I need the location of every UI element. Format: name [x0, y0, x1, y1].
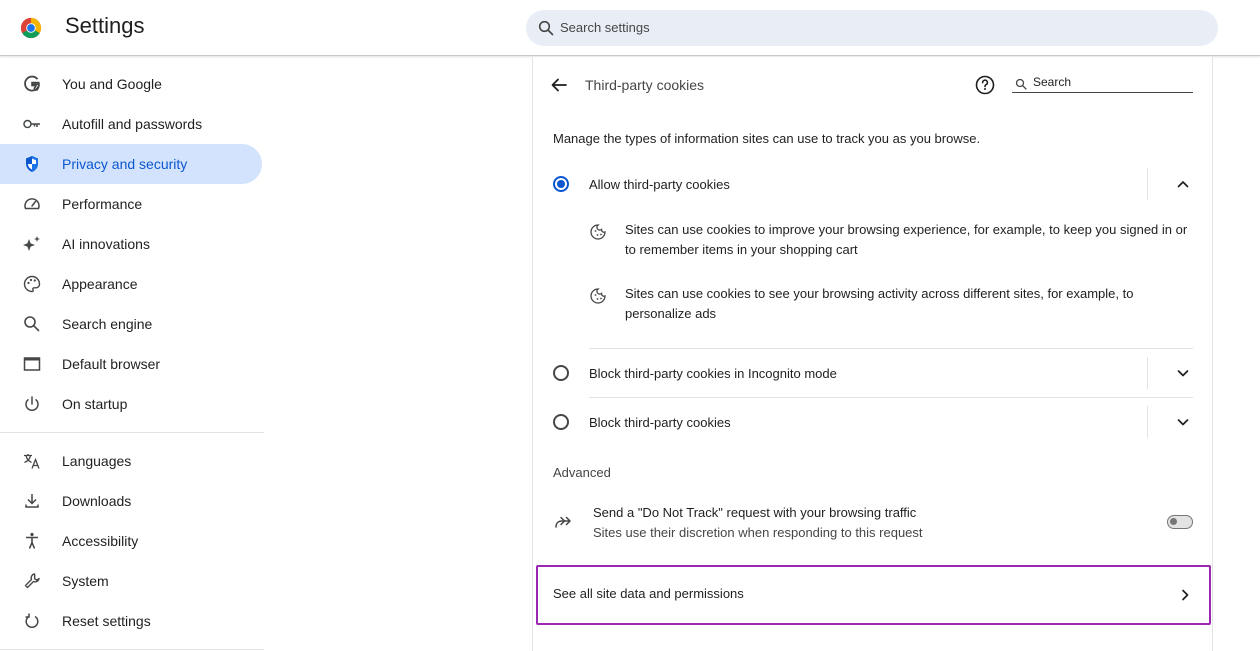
expand-separator — [1147, 168, 1148, 200]
download-icon — [25, 494, 39, 508]
sidebar-item-label: Reset settings — [62, 613, 151, 629]
sidebar-item-languages[interactable]: Languages — [0, 441, 262, 481]
palette-icon — [23, 275, 41, 293]
google-g-icon — [24, 75, 40, 92]
do-not-track-subtitle: Sites use their discretion when respondi… — [593, 525, 923, 540]
sparkle-icon — [23, 236, 40, 251]
sidebar-item-default-browser[interactable]: Default browser — [0, 344, 262, 384]
wrench-icon — [24, 573, 40, 589]
sidebar-item-reset-settings[interactable]: Reset settings — [0, 601, 262, 641]
power-icon — [25, 396, 39, 411]
see-all-site-data-button[interactable]: See all site data and permissions — [536, 565, 1211, 625]
option-detail-text: Sites can use cookies to see your browsi… — [625, 286, 1134, 321]
chevron-down-icon[interactable] — [1173, 412, 1193, 432]
reset-icon — [25, 613, 39, 629]
radio-button[interactable] — [553, 414, 569, 430]
key-icon — [23, 119, 40, 129]
cookie-icon — [590, 288, 606, 304]
sidebar-item-on-startup[interactable]: On startup — [0, 384, 262, 424]
subpage-search-input[interactable]: Search — [1012, 72, 1193, 93]
third-party-cookies-panel: Third-party cookies Search Manage the ty… — [532, 57, 1213, 651]
browser-window-icon — [23, 357, 41, 371]
sidebar-item-label: System — [62, 573, 109, 589]
do-not-track-title: Send a "Do Not Track" request with your … — [593, 505, 917, 520]
option-label: Block third-party cookies in Incognito m… — [589, 366, 837, 381]
sidebar-item-label: Search engine — [62, 316, 153, 332]
page-title: Third-party cookies — [585, 77, 705, 93]
page-description: Manage the types of information sites ca… — [553, 131, 981, 146]
speedometer-icon — [24, 198, 40, 210]
option-detail-text: Sites can use cookies to improve your br… — [625, 222, 1188, 257]
sidebar-item-label: Accessibility — [62, 533, 139, 549]
help-icon[interactable] — [974, 74, 996, 96]
see-all-site-data-label: See all site data and permissions — [553, 586, 744, 601]
sidebar-item-ai-innovations[interactable]: AI innovations — [0, 224, 262, 264]
app-title: Settings — [65, 13, 145, 38]
option-block-incognito[interactable]: Block third-party cookies in Incognito m… — [533, 349, 1214, 397]
search-placeholder: Search settings — [560, 20, 650, 35]
do-not-track-row[interactable]: Send a "Do Not Track" request with your … — [533, 497, 1214, 553]
option-block-third-party-cookies[interactable]: Block third-party cookies — [533, 398, 1214, 446]
sidebar-item-label: Autofill and passwords — [62, 116, 203, 132]
sidebar-item-label: AI innovations — [62, 236, 150, 252]
chevron-up-icon[interactable] — [1173, 174, 1193, 194]
sidebar-item-accessibility[interactable]: Accessibility — [0, 521, 262, 561]
expand-separator — [1147, 357, 1148, 389]
sidebar-item-system[interactable]: System — [0, 561, 262, 601]
sidebar-item-autofill[interactable]: Autofill and passwords — [0, 104, 262, 144]
chevron-down-icon[interactable] — [1173, 363, 1193, 383]
sidebar-item-label: On startup — [62, 396, 128, 412]
sidebar-item-label: Downloads — [62, 493, 132, 509]
sidebar-item-downloads[interactable]: Downloads — [0, 481, 262, 521]
translate-icon — [24, 454, 40, 469]
do-not-track-toggle[interactable] — [1167, 515, 1193, 529]
sidebar-item-label: Performance — [62, 196, 143, 212]
cookie-icon — [590, 224, 606, 240]
sidebar-item-label: Appearance — [62, 276, 138, 292]
radio-button-selected[interactable] — [553, 176, 569, 192]
sidebar-item-label: You and Google — [62, 76, 162, 92]
top-bar: Settings Search settings — [0, 0, 1260, 56]
accessibility-icon — [26, 532, 38, 549]
sidebar-item-performance[interactable]: Performance — [0, 184, 262, 224]
advanced-section-heading: Advanced — [553, 465, 611, 480]
chevron-right-icon — [1182, 589, 1189, 601]
subpage-search-label: Search — [1033, 75, 1072, 89]
shield-icon — [26, 156, 38, 172]
option-label: Allow third-party cookies — [589, 177, 730, 192]
sidebar-item-label: Privacy and security — [62, 156, 188, 172]
sidebar-item-search-engine[interactable]: Search engine — [0, 304, 262, 344]
search-icon — [1015, 78, 1027, 90]
sidebar-item-label: Languages — [62, 453, 132, 469]
sidebar-item-label: Default browser — [62, 356, 161, 372]
sidebar-item-you-and-google[interactable]: You and Google — [0, 64, 262, 104]
sidebar: You and Google Autofill and passwords Pr… — [0, 57, 264, 651]
do-not-track-icon — [555, 516, 571, 528]
sidebar-divider — [0, 432, 264, 433]
sidebar-divider — [0, 649, 264, 650]
radio-button[interactable] — [553, 365, 569, 381]
option-allow-third-party-cookies[interactable]: Allow third-party cookies — [533, 160, 1214, 208]
search-icon — [538, 20, 554, 36]
option-label: Block third-party cookies — [589, 415, 731, 430]
chrome-logo-icon — [20, 17, 42, 39]
search-icon — [24, 316, 40, 332]
sidebar-item-appearance[interactable]: Appearance — [0, 264, 262, 304]
back-arrow-icon[interactable] — [547, 73, 571, 97]
settings-search-box[interactable]: Search settings — [526, 10, 1218, 46]
expand-separator — [1147, 406, 1148, 438]
sidebar-item-privacy-and-security[interactable]: Privacy and security — [0, 144, 262, 184]
